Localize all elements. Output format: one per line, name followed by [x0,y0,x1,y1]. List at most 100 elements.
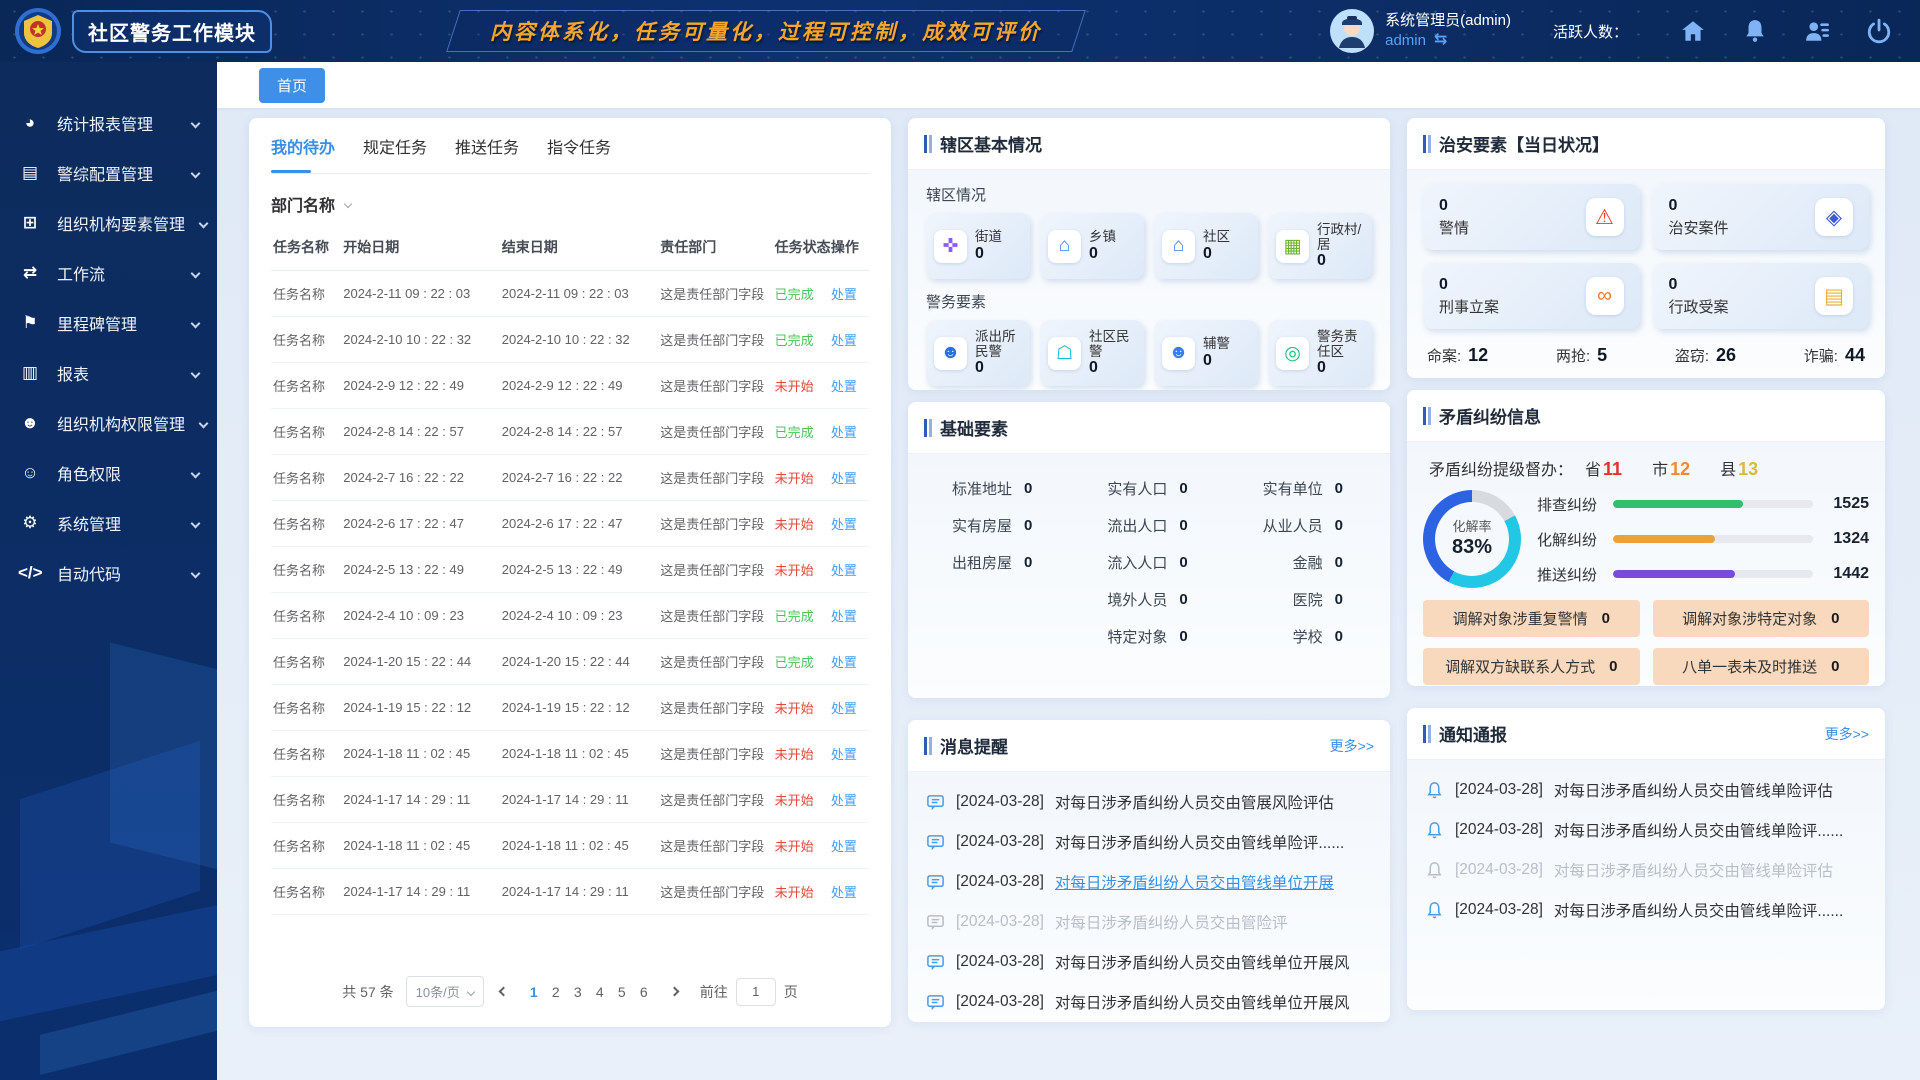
message-item[interactable]: [2024-03-28] 对每日涉矛盾纠纷人员交由管展风险评估 [926,782,1372,822]
handle-link[interactable]: 处置 [831,701,857,716]
tile-label: 刑事立案 [1439,296,1499,317]
notice-item[interactable]: [2024-03-28] 对每日涉矛盾纠纷人员交由管线单险评估 [1425,770,1867,810]
task-end-date: 2024-1-18 11 : 02 : 45 [500,823,659,869]
message-item[interactable]: [2024-03-28] 对每日涉矛盾纠纷人员交由管线单险评...... [926,822,1372,862]
notices-panel: 通知通报 更多>> [2024-03-28] 对每日涉矛盾纠纷人员交由管线单险评… [1407,708,1885,1010]
supervision-items: 省11 市12 县13 [1585,456,1758,480]
handle-link[interactable]: 处置 [831,379,857,394]
tile-value: 0 [1439,196,1469,217]
page-size-select[interactable]: 10条/页 [406,976,484,1007]
home-tab[interactable]: 首页 [259,68,325,103]
notice-date: [2024-03-28] [1455,901,1543,919]
page-number[interactable]: 2 [545,982,567,1002]
handle-link[interactable]: 处置 [831,655,857,670]
sidebar-item[interactable]: ⚑ 里程碑管理 [0,298,217,348]
handle-link[interactable]: 处置 [831,609,857,624]
task-tab[interactable]: 指令任务 [547,118,611,173]
notice-item[interactable]: [2024-03-28] 对每日涉矛盾纠纷人员交由管线单险评...... [1425,810,1867,850]
task-tab[interactable]: 规定任务 [363,118,427,173]
sidebar-item[interactable]: ⇄ 工作流 [0,248,217,298]
stat-tile: 0 警情 ⚠ [1423,184,1640,250]
handle-link[interactable]: 处置 [831,471,857,486]
contacts-icon[interactable] [1804,18,1830,44]
logo-area: 社区警务工作模块 [0,7,272,55]
task-end-date: 2024-2-10 10 : 22 : 32 [500,317,659,363]
sidebar-item[interactable]: </> 自动代码 [0,548,217,598]
handle-link[interactable]: 处置 [831,839,857,854]
switch-user-icon[interactable]: ⇆ [1434,30,1447,51]
home-icon[interactable] [1680,18,1706,44]
sidebar-item[interactable]: ☺ 角色权限 [0,448,217,498]
message-date: [2024-03-28] [956,953,1044,971]
tile-label: 街道 [975,229,1002,244]
handle-link[interactable]: 处置 [831,425,857,440]
task-department: 这是责任部门字段 [658,639,772,685]
crime-stat-label: 盗窃: [1675,348,1709,365]
task-tab[interactable]: 推送任务 [455,118,519,173]
handle-link[interactable]: 处置 [831,287,857,302]
tile-value: 0 [975,359,1022,377]
more-link[interactable]: 更多>> [1825,724,1869,744]
notification-bell-icon[interactable] [1742,18,1768,44]
next-page-icon[interactable] [669,987,679,997]
notice-item[interactable]: [2024-03-28] 对每日涉矛盾纠纷人员交由管线单险评估 [1425,850,1867,890]
handle-link[interactable]: 处置 [831,793,857,808]
task-name: 任务名称 [271,455,341,501]
page-number[interactable]: 4 [589,982,611,1002]
notice-item[interactable]: [2024-03-28] 对每日涉矛盾纠纷人员交由管线单险评...... [1425,890,1867,930]
handle-link[interactable]: 处置 [831,747,857,762]
task-status: 已完成 [775,333,814,348]
message-item[interactable]: [2024-03-28] 对每日涉矛盾纠纷人员交由管险评 [926,902,1372,942]
message-item[interactable]: [2024-03-28] 对每日涉矛盾纠纷人员交由管线单位开展 [926,862,1372,902]
page-number[interactable]: 1 [523,982,545,1002]
page-tab-bar: 首页 [217,62,1920,108]
handle-link[interactable]: 处置 [831,563,857,578]
page-number[interactable]: 6 [633,982,655,1002]
more-link[interactable]: 更多>> [1330,736,1374,756]
handle-link[interactable]: 处置 [831,333,857,348]
handle-link[interactable]: 处置 [831,885,857,900]
dispute-panel: 矛盾纠纷信息 矛盾纠纷提级督办： 省11 [1407,390,1885,686]
sidebar-item[interactable]: ▥ 报表 [0,348,217,398]
goto-page-input[interactable] [736,978,776,1006]
handle-link[interactable]: 处置 [831,517,857,532]
tile-label: 辅警 [1203,336,1230,351]
supervision-label: 省 [1585,462,1601,479]
chevron-down-icon [191,518,201,528]
sidebar-item[interactable]: ☻ 组织机构权限管理 [0,398,217,448]
task-start-date: 2024-1-20 15 : 22 : 44 [341,639,500,685]
stat-row: 流入人口0 [1071,552,1226,573]
table-row: 任务名称 2024-1-19 15 : 22 : 12 2024-1-19 15… [271,685,869,731]
power-icon[interactable] [1866,18,1892,44]
message-item[interactable]: [2024-03-28] 对每日涉矛盾纠纷人员交由管线单位开展风 [926,942,1372,982]
task-start-date: 2024-2-4 10 : 09 : 23 [341,593,500,639]
sidebar-item[interactable]: ⚙ 系统管理 [0,498,217,548]
task-department: 这是责任部门字段 [658,731,772,777]
table-row: 任务名称 2024-2-6 17 : 22 : 47 2024-2-6 17 :… [271,501,869,547]
tile-label: 乡镇 [1089,229,1116,244]
crime-stat: 命案:12 [1427,345,1488,366]
panel-title: 矛盾纠纷信息 [1439,403,1541,428]
task-tab[interactable]: 我的待办 [271,118,335,173]
page-number[interactable]: 3 [567,982,589,1002]
sidebar-item[interactable]: ◕ 统计报表管理 [0,98,217,148]
basic-elements-panel: 基础要素 标准地址0实有房屋0出租房屋0 实有人口0流出人口0流入人口0境外人员… [908,402,1390,698]
sidebar-item[interactable]: ⊞ 组织机构要素管理 [0,198,217,248]
task-status: 未开始 [775,839,814,854]
user-avatar[interactable] [1329,8,1375,54]
basics-column-1: 标准地址0实有房屋0出租房屋0 [916,478,1071,674]
page-number[interactable]: 5 [611,982,633,1002]
security-panel: 治安要素【当日状况】 0 警情 ⚠ [1407,118,1885,378]
chat-bubble-icon [926,913,945,932]
department-filter[interactable]: 部门名称 [271,174,869,224]
dispute-stat-button[interactable]: 八单一表未及时推送 0 [1653,648,1870,685]
prev-page-icon[interactable] [498,987,508,997]
tile-label: 社区 [1203,229,1230,244]
dispute-stat-button[interactable]: 调解对象涉特定对象 0 [1653,600,1870,637]
sidebar-item[interactable]: ▤ 警综配置管理 [0,148,217,198]
task-name: 任务名称 [271,409,341,455]
dispute-stat-button[interactable]: 调解双方缺联系人方式 0 [1423,648,1640,685]
message-item[interactable]: [2024-03-28] 对每日涉矛盾纠纷人员交由管线单位开展风 [926,982,1372,1022]
dispute-stat-button[interactable]: 调解对象涉重复警情 0 [1423,600,1640,637]
header-icons [1680,18,1892,44]
